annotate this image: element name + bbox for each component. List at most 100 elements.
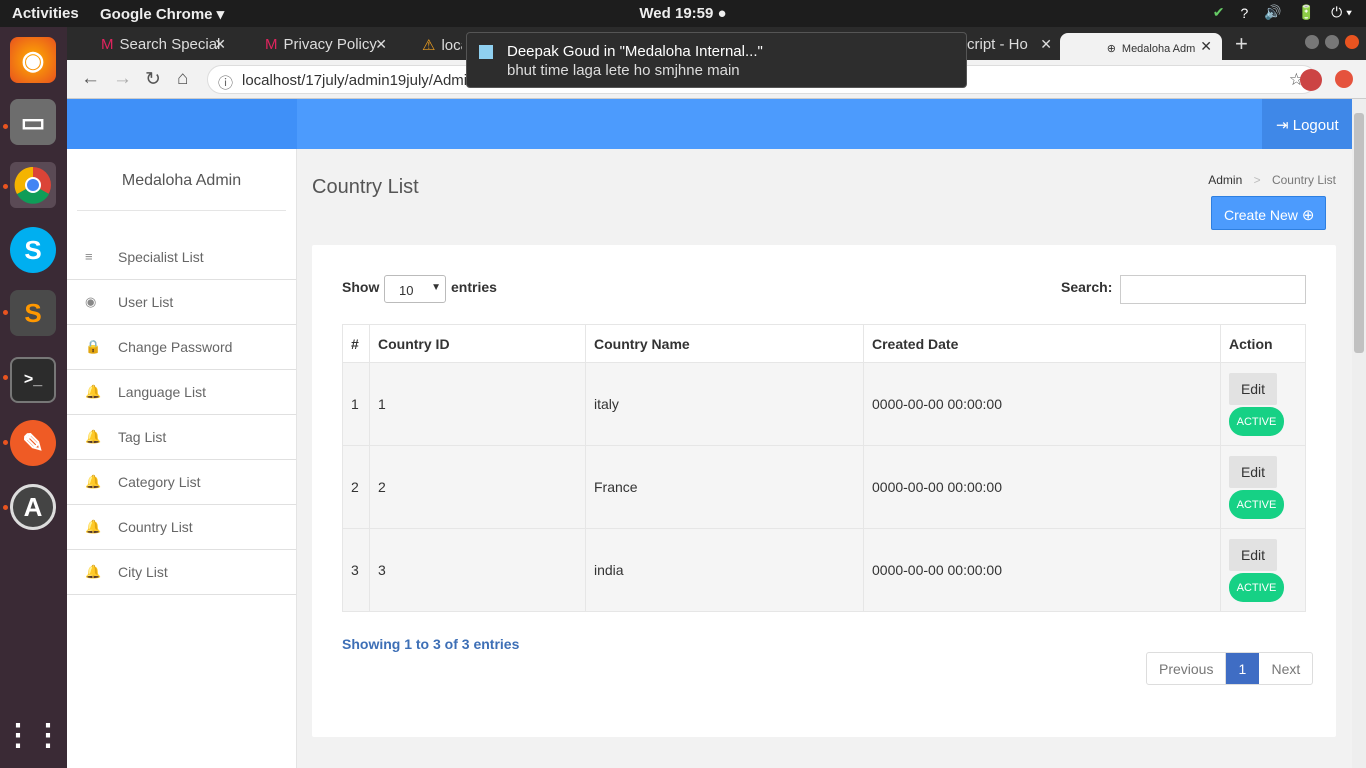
page-scrollbar[interactable] <box>1352 99 1366 768</box>
col-header-country-name[interactable]: Country Name <box>585 324 864 363</box>
tab-search-special[interactable]: M Search Special ✕ <box>81 31 236 60</box>
table-row: 2 2 France 0000-00-00 00:00:00 Edit ACTIV… <box>342 445 1306 529</box>
cell-created-date: 0000-00-00 00:00:00 <box>863 445 1221 529</box>
cell-country-id: 1 <box>369 362 586 446</box>
plus-circle-icon: ⊕ <box>1301 207 1315 224</box>
terminal-icon[interactable]: >_ <box>10 357 56 403</box>
scrollbar-thumb[interactable] <box>1354 113 1364 353</box>
logo-area <box>67 99 297 149</box>
brand-title[interactable]: Medaloha Admin <box>77 149 286 211</box>
search-label: Search: <box>1061 279 1113 295</box>
create-new-button[interactable]: Create New ⊕ <box>1211 196 1326 230</box>
home-icon[interactable]: ⌂ <box>177 68 188 90</box>
cell-created-date: 0000-00-00 00:00:00 <box>863 528 1221 612</box>
chrome-icon[interactable] <box>10 162 56 208</box>
close-icon[interactable]: ✕ <box>375 36 387 53</box>
logout-icon: ⇥ <box>1276 117 1293 134</box>
sublime-icon[interactable]: S <box>10 290 56 336</box>
cell-country-name: india <box>585 528 864 612</box>
search-input[interactable] <box>1120 275 1306 304</box>
status-badge[interactable]: ACTIVE <box>1229 489 1284 519</box>
avatar[interactable] <box>1300 69 1322 91</box>
extension-icon[interactable] <box>1335 70 1353 88</box>
notification-popup[interactable]: Deepak Goud in "Medaloha Internal..." bh… <box>466 32 967 88</box>
battery-icon[interactable]: 🔋 <box>1298 4 1315 21</box>
sidebar-item-category-list[interactable]: 🔔 Category List <box>67 460 296 505</box>
admin-page: ⇥ Logout Medaloha Admin ≡ Specialist List… <box>67 99 1352 768</box>
dock: ◉ ▭ S S >_ ✎ A ⋮⋮ <box>0 27 67 768</box>
minimize-button[interactable] <box>1305 35 1319 49</box>
activities-button[interactable]: Activities <box>12 5 79 22</box>
cell-action: Edit ACTIVE <box>1220 528 1306 612</box>
volume-icon[interactable]: 🔊 <box>1264 4 1281 21</box>
table-row: 3 3 india 0000-00-00 00:00:00 Edit ACTIVE <box>342 528 1306 612</box>
maximize-button[interactable] <box>1325 35 1339 49</box>
info-icon[interactable]: ⓘ <box>218 72 233 93</box>
skype-icon[interactable]: S <box>10 227 56 273</box>
table-info: Showing 1 to 3 of 3 entries <box>342 636 520 652</box>
table-card: Show 10 ▼ entries Search: # Country ID Co… <box>312 245 1336 737</box>
country-table: # Country ID Country Name Created Date A… <box>342 324 1306 612</box>
sidebar-item-country-list[interactable]: 🔔 Country List <box>67 505 296 550</box>
sidebar: Medaloha Admin ≡ Specialist List ◉ User Li… <box>67 149 297 768</box>
close-icon[interactable]: ✕ <box>1200 38 1212 55</box>
page-1-button[interactable]: 1 <box>1226 653 1260 684</box>
back-icon[interactable]: ← <box>81 68 100 90</box>
cell-action: Edit ACTIVE <box>1220 362 1306 446</box>
reload-icon[interactable]: ↻ <box>145 68 161 91</box>
col-header-created-date[interactable]: Created Date <box>863 324 1221 363</box>
col-header-action: Action <box>1220 324 1306 363</box>
bell-icon: 🔔 <box>85 564 102 579</box>
logout-button[interactable]: ⇥ Logout <box>1262 99 1352 149</box>
app-menu[interactable]: Google Chrome ▾ <box>100 5 224 23</box>
tab-script[interactable]: cript - Ho ✕ <box>962 31 1062 60</box>
bell-icon: 🔔 <box>85 429 102 444</box>
files-icon[interactable]: ▭ <box>10 99 56 145</box>
user-icon: ◉ <box>85 294 97 309</box>
status-badge[interactable]: ACTIVE <box>1229 572 1284 602</box>
next-button[interactable]: Next <box>1259 653 1312 684</box>
edit-button[interactable]: Edit <box>1229 372 1277 405</box>
system-tray[interactable]: ✔ ? 🔊 🔋 ⏻ ▾ <box>1213 4 1352 21</box>
tab-privacy-policy[interactable]: M Privacy Policy ✕ <box>245 31 397 60</box>
close-window-button[interactable] <box>1345 35 1359 49</box>
tab-local[interactable]: ⚠loca <box>402 31 462 60</box>
app-grid-icon[interactable]: ⋮⋮ <box>3 712 63 758</box>
help-icon[interactable]: ? <box>1240 5 1248 21</box>
close-icon[interactable]: ✕ <box>1040 36 1052 53</box>
page-size-select[interactable]: 10 ▼ <box>384 275 446 303</box>
breadcrumb: Admin > Country List <box>1208 173 1336 187</box>
chat-icon <box>479 45 493 59</box>
software-updater-icon[interactable]: A <box>10 484 56 530</box>
table-header-row: # Country ID Country Name Created Date A… <box>342 324 1306 363</box>
firefox-icon[interactable]: ◉ <box>10 37 56 83</box>
sidebar-item-change-password[interactable]: 🔒 Change Password <box>67 325 296 370</box>
close-icon[interactable]: ✕ <box>214 36 226 53</box>
sidebar-item-tag-list[interactable]: 🔔 Tag List <box>67 415 296 460</box>
sidebar-item-user-list[interactable]: ◉ User List <box>67 280 296 325</box>
page-title: Country List <box>312 176 419 198</box>
status-badge[interactable]: ACTIVE <box>1229 406 1284 436</box>
tab-medaloha-admin[interactable]: ⊕ Medaloha Adm ✕ <box>1060 33 1222 62</box>
power-icon[interactable]: ⏻ ▾ <box>1331 4 1352 21</box>
cell-created-date: 0000-00-00 00:00:00 <box>863 362 1221 446</box>
cell-country-id: 3 <box>369 528 586 612</box>
sidebar-item-language-list[interactable]: 🔔 Language List <box>67 370 296 415</box>
entries-label: entries <box>451 279 497 295</box>
update-icon[interactable]: ✔ <box>1213 4 1225 21</box>
new-tab-button[interactable]: + <box>1235 31 1248 57</box>
col-header-country-id[interactable]: Country ID <box>369 324 586 363</box>
forward-icon[interactable]: → <box>113 68 132 90</box>
postman-icon[interactable]: ✎ <box>10 420 56 466</box>
pagination: Previous 1 Next <box>1146 652 1314 685</box>
cell-num: 2 <box>342 445 370 529</box>
breadcrumb-admin[interactable]: Admin <box>1208 173 1242 187</box>
col-header-num[interactable]: # <box>342 324 370 363</box>
cell-num: 3 <box>342 528 370 612</box>
sidebar-item-city-list[interactable]: 🔔 City List <box>67 550 296 595</box>
cell-country-name: italy <box>585 362 864 446</box>
edit-button[interactable]: Edit <box>1229 538 1277 571</box>
sidebar-item-specialist-list[interactable]: ≡ Specialist List <box>67 235 296 280</box>
edit-button[interactable]: Edit <box>1229 455 1277 488</box>
previous-button[interactable]: Previous <box>1147 653 1227 684</box>
